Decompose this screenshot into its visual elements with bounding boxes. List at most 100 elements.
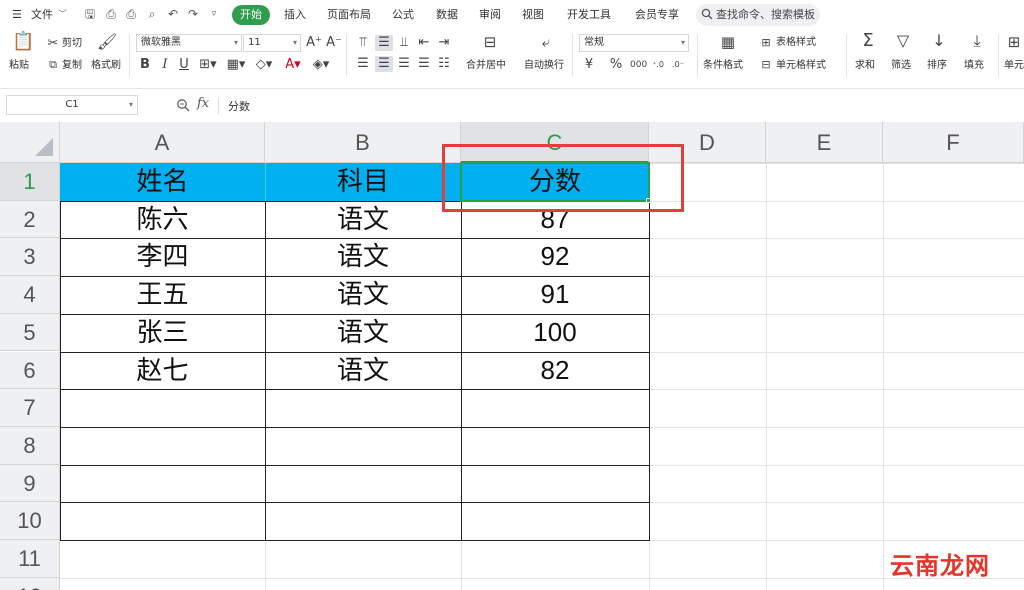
column-header-e[interactable]: E [766, 122, 883, 163]
column-header-b[interactable]: B [265, 122, 461, 163]
fill-icon[interactable]: ⤓ [967, 33, 987, 49]
name-box[interactable]: C1 ▾ [6, 95, 138, 115]
row-header-4[interactable]: 4 [0, 276, 60, 314]
row-header-10[interactable]: 10 [0, 502, 60, 540]
cell-b7[interactable] [265, 389, 461, 427]
cell-a5[interactable]: 张三 [60, 314, 265, 352]
formula-input[interactable]: 分数 [228, 98, 250, 114]
column-header-a[interactable]: A [60, 122, 265, 163]
cell-b4[interactable]: 语文 [265, 276, 461, 314]
copy-icon[interactable]: ⧉ [46, 57, 60, 73]
row-header-1[interactable]: 1 [0, 163, 60, 201]
chevron-down-icon[interactable]: ﹀ [58, 7, 67, 23]
insert-function-button[interactable]: fx [197, 96, 209, 111]
indent-increase-icon[interactable]: ⇥ [436, 35, 452, 51]
align-left-icon[interactable]: ☰ [355, 56, 371, 72]
font-size-select[interactable]: 11 ▾ [243, 34, 301, 52]
cell-style-button[interactable]: 单元格样式 [776, 59, 826, 73]
file-menu[interactable]: 文件 [31, 7, 53, 23]
thousands-icon[interactable]: 000 [630, 57, 647, 73]
cell-a4[interactable]: 王五 [60, 276, 265, 314]
wrap-text-icon[interactable]: ⤶ [536, 34, 556, 50]
merge-center-button[interactable]: 合并居中 [466, 59, 506, 73]
format-painter-button[interactable]: 格式刷 [91, 59, 121, 73]
redo-icon[interactable]: ↷ [186, 7, 200, 21]
tab-view[interactable]: 视图 [522, 7, 544, 23]
sort-button[interactable]: 排序 [927, 59, 947, 73]
cell-c10[interactable] [461, 502, 649, 540]
undo-icon[interactable]: ↶ [166, 7, 180, 21]
tab-developer[interactable]: 开发工具 [567, 7, 611, 23]
align-right-icon[interactable]: ☰ [396, 56, 412, 72]
font-decrease-icon[interactable]: A⁻ [326, 35, 342, 51]
cut-button[interactable]: 剪切 [62, 37, 82, 51]
underline-icon[interactable]: U [177, 57, 191, 73]
border-icon[interactable]: ⊞▾ [197, 57, 219, 73]
cell-c3[interactable]: 92 [461, 238, 649, 276]
distributed-icon[interactable]: ☷ [436, 56, 452, 72]
font-name-select[interactable]: 微软雅黑 ▾ [136, 34, 242, 52]
cell-b9[interactable] [265, 465, 461, 503]
cell-fill-pattern-icon[interactable]: ▦▾ [225, 57, 247, 73]
font-color-icon[interactable]: A▾ [282, 57, 304, 73]
currency-icon[interactable]: ¥ [581, 57, 597, 73]
clear-format-icon[interactable]: ◈▾ [310, 57, 332, 73]
sum-icon[interactable]: Σ [858, 32, 878, 50]
cell-a2[interactable]: 陈六 [60, 201, 265, 239]
cell-a7[interactable] [60, 389, 265, 427]
font-increase-icon[interactable]: A⁺ [306, 35, 322, 51]
cell-b6[interactable]: 语文 [265, 352, 461, 390]
align-middle-icon[interactable]: ☰ [375, 35, 393, 51]
conditional-format-button[interactable]: 条件格式 [703, 59, 743, 73]
cell-c5[interactable]: 100 [461, 314, 649, 352]
row-header-8[interactable]: 8 [0, 426, 60, 465]
row-header-2[interactable]: 2 [0, 200, 60, 239]
justify-icon[interactable]: ☰ [416, 56, 432, 72]
row-header-7[interactable]: 7 [0, 389, 60, 427]
filter-button[interactable]: 筛选 [891, 59, 911, 73]
cell-a1[interactable]: 姓名 [60, 163, 265, 201]
table-style-button[interactable]: 表格样式 [776, 36, 816, 50]
filter-icon[interactable]: ▽ [893, 33, 913, 49]
cell-a10[interactable] [60, 502, 265, 540]
copy-button[interactable]: 复制 [62, 59, 82, 73]
tab-review[interactable]: 审阅 [479, 7, 501, 23]
cell-style-icon[interactable]: ⊟ [759, 57, 773, 73]
cell-b3[interactable]: 语文 [265, 238, 461, 276]
hamburger-icon[interactable]: ☰ [12, 7, 22, 23]
column-header-f[interactable]: F [883, 122, 1024, 163]
cell-b1[interactable]: 科目 [265, 163, 461, 201]
number-format-select[interactable]: 常规 ▾ [579, 34, 689, 52]
cell-c7[interactable] [461, 389, 649, 427]
format-painter-icon[interactable]: 🖌 [97, 34, 117, 50]
tab-page-layout[interactable]: 页面布局 [327, 7, 371, 23]
zoom-icon[interactable] [176, 98, 190, 112]
indent-decrease-icon[interactable]: ⇤ [416, 35, 432, 51]
sum-button[interactable]: 求和 [855, 59, 875, 73]
row-header-3[interactable]: 3 [0, 238, 60, 277]
conditional-format-icon[interactable]: ▦ [718, 34, 738, 50]
fill-button[interactable]: 填充 [964, 59, 984, 73]
cell-a9[interactable] [60, 465, 265, 503]
italic-icon[interactable]: I [158, 57, 172, 73]
row-header-5[interactable]: 5 [0, 313, 60, 352]
cell-c6[interactable]: 82 [461, 352, 649, 390]
decimal-increase-icon[interactable]: ⁺.0 [650, 57, 666, 73]
preview-icon[interactable]: ⌕ [145, 7, 159, 21]
tab-home[interactable]: 开始 [232, 5, 270, 25]
cell-c8[interactable] [461, 427, 649, 465]
cell-a8[interactable] [60, 427, 265, 465]
tab-formulas[interactable]: 公式 [392, 7, 414, 23]
align-center-icon[interactable]: ☰ [375, 56, 393, 72]
cell-b2[interactable]: 语文 [265, 201, 461, 239]
merge-center-icon[interactable]: ⊟ [480, 34, 500, 50]
select-all-button[interactable] [0, 122, 60, 163]
cell-a6[interactable]: 赵七 [60, 352, 265, 390]
cell-button[interactable]: 单元 [1004, 59, 1024, 73]
wrap-text-button[interactable]: 自动换行 [524, 59, 564, 73]
row-header-6[interactable]: 6 [0, 351, 60, 390]
align-bottom-icon[interactable]: ⫫ [396, 35, 412, 51]
bold-icon[interactable]: B [138, 57, 152, 73]
percent-icon[interactable]: % [608, 57, 624, 73]
scissors-icon[interactable]: ✂ [46, 36, 60, 52]
